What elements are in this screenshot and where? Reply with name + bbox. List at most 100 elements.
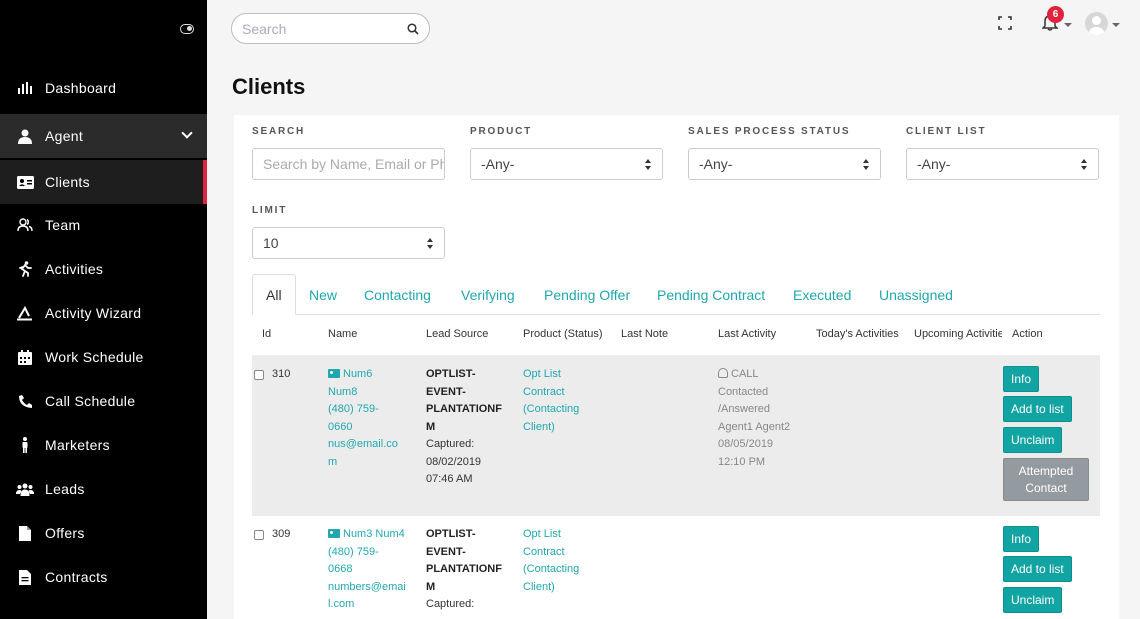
contact-card-icon bbox=[328, 369, 340, 378]
magic-icon bbox=[16, 305, 34, 321]
sidebar-item-offers[interactable]: Offers bbox=[0, 511, 207, 555]
info-button[interactable]: Info bbox=[1003, 366, 1040, 392]
id-card-icon bbox=[16, 174, 34, 190]
user-icon bbox=[16, 128, 34, 144]
sidebar-item-contracts[interactable]: Contracts bbox=[0, 555, 207, 599]
sidebar-item-label: Clients bbox=[45, 174, 90, 190]
sidebar-toggle-icon[interactable] bbox=[180, 24, 194, 34]
select-arrows-icon bbox=[1081, 158, 1088, 171]
client-name-contact[interactable]: Num3 Num4 (480) 759- 0668 numbers@emai l… bbox=[328, 526, 406, 614]
select-arrows-icon bbox=[427, 237, 434, 250]
tab-unassigned[interactable]: Unassigned bbox=[879, 274, 953, 315]
row-checkbox[interactable] bbox=[254, 370, 264, 380]
row-checkbox[interactable] bbox=[254, 530, 264, 540]
sidebar-item-team[interactable]: Team bbox=[0, 203, 207, 247]
group-icon bbox=[16, 481, 34, 497]
sidebar: Dashboard Agent Clients Team Activities … bbox=[0, 0, 207, 619]
sidebar-item-label: Leads bbox=[45, 481, 85, 497]
select-arrows-icon bbox=[645, 158, 652, 171]
col-header-product-status[interactable]: Product (Status) bbox=[523, 328, 602, 340]
client-list-select-value: -Any- bbox=[917, 156, 951, 172]
limit-select[interactable]: 10 bbox=[252, 227, 445, 259]
lead-source-cell: OPTLIST- EVENT- PLANTATIONF M Captured: … bbox=[426, 368, 502, 485]
client-search-field[interactable] bbox=[252, 148, 445, 180]
tab-pending-offer[interactable]: Pending Offer bbox=[544, 274, 630, 315]
sidebar-item-dashboard[interactable]: Dashboard bbox=[0, 66, 207, 110]
col-header-todays-activities[interactable]: Today's Activities bbox=[816, 328, 899, 340]
row-id: 309 bbox=[272, 528, 291, 540]
col-header-action: Action bbox=[1012, 328, 1043, 340]
sidebar-item-label: Call Schedule bbox=[45, 393, 136, 409]
sidebar-item-label: Team bbox=[45, 217, 81, 233]
sidebar-item-work-schedule[interactable]: Work Schedule bbox=[0, 335, 207, 379]
info-button[interactable]: Info bbox=[1003, 526, 1040, 552]
sidebar-item-label: Work Schedule bbox=[45, 349, 144, 365]
product-select[interactable]: -Any- bbox=[470, 148, 663, 180]
sidebar-item-clients[interactable]: Clients bbox=[0, 160, 207, 204]
users-icon bbox=[16, 217, 34, 233]
product-status-link[interactable]: Opt List Contract (Contacting Client) bbox=[523, 526, 579, 596]
sidebar-item-label: Marketers bbox=[45, 437, 110, 453]
col-header-name[interactable]: Name bbox=[328, 328, 357, 340]
page-title: Clients bbox=[232, 74, 306, 99]
phone-icon bbox=[16, 393, 34, 409]
limit-select-value: 10 bbox=[263, 235, 279, 251]
last-activity-cell: CALL Contacted /Answered Agent1 Agent2 0… bbox=[718, 368, 791, 468]
sidebar-item-label: Contracts bbox=[45, 569, 108, 585]
sidebar-item-leads[interactable]: Leads bbox=[0, 467, 207, 511]
file-icon bbox=[16, 525, 34, 541]
client-list-select[interactable]: -Any- bbox=[906, 148, 1099, 180]
caret-down-icon[interactable] bbox=[1112, 23, 1120, 27]
chevron-down-icon[interactable] bbox=[181, 127, 193, 139]
col-header-last-activity[interactable]: Last Activity bbox=[718, 328, 776, 340]
file-text-icon bbox=[16, 569, 34, 585]
row-id: 310 bbox=[272, 368, 291, 380]
col-header-last-note[interactable]: Last Note bbox=[621, 328, 668, 340]
client-name-contact[interactable]: Num6 Num8 (480) 759- 0660 nus@email.co m bbox=[328, 366, 398, 471]
col-header-upcoming-activities[interactable]: Upcoming Activities bbox=[914, 328, 1002, 340]
sales-process-status-label: SALES PROCESS STATUS bbox=[688, 126, 851, 137]
tab-verifying[interactable]: Verifying bbox=[461, 274, 515, 315]
sidebar-item-agent[interactable]: Agent bbox=[0, 114, 207, 158]
add-to-list-button[interactable]: Add to list bbox=[1003, 556, 1072, 582]
headset-icon bbox=[718, 368, 728, 378]
person-icon bbox=[16, 437, 34, 453]
tab-pending-contract[interactable]: Pending Contract bbox=[657, 274, 765, 315]
sidebar-item-label: Offers bbox=[45, 525, 85, 541]
attempted-contact-button[interactable]: Attempted Contact bbox=[1003, 458, 1089, 501]
sidebar-item-label: Activity Wizard bbox=[45, 305, 142, 321]
product-select-value: -Any- bbox=[481, 156, 515, 172]
global-search[interactable] bbox=[231, 13, 430, 44]
unclaim-button[interactable]: Unclaim bbox=[1003, 587, 1063, 613]
col-header-id[interactable]: Id bbox=[262, 328, 271, 340]
sidebar-item-marketers[interactable]: Marketers bbox=[0, 423, 207, 467]
search-input[interactable] bbox=[242, 21, 402, 37]
add-to-list-button[interactable]: Add to list bbox=[1003, 396, 1072, 422]
sidebar-item-label: Activities bbox=[45, 261, 104, 277]
search-icon[interactable] bbox=[407, 23, 419, 35]
avatar[interactable] bbox=[1085, 12, 1108, 35]
tab-new[interactable]: New bbox=[309, 274, 337, 315]
sidebar-item-label: Agent bbox=[45, 128, 84, 144]
sales-process-status-select[interactable]: -Any- bbox=[688, 148, 881, 180]
running-icon bbox=[16, 261, 34, 277]
caret-down-icon[interactable] bbox=[1064, 23, 1072, 27]
sidebar-item-activity-wizard[interactable]: Activity Wizard bbox=[0, 291, 207, 335]
sidebar-item-activities[interactable]: Activities bbox=[0, 247, 207, 291]
limit-label: LIMIT bbox=[252, 205, 288, 216]
sidebar-item-label: Dashboard bbox=[45, 80, 117, 96]
notification-badge: 6 bbox=[1047, 6, 1064, 23]
tab-executed[interactable]: Executed bbox=[793, 274, 851, 315]
fullscreen-icon[interactable] bbox=[998, 16, 1012, 30]
product-label: PRODUCT bbox=[470, 126, 533, 137]
sales-select-value: -Any- bbox=[699, 156, 733, 172]
calendar-icon bbox=[16, 349, 34, 365]
product-status-link[interactable]: Opt List Contract (Contacting Client) bbox=[523, 366, 579, 436]
client-search-input[interactable] bbox=[263, 156, 444, 172]
tab-all[interactable]: All bbox=[252, 274, 296, 315]
tab-contacting[interactable]: Contacting bbox=[364, 274, 431, 315]
sidebar-item-call-schedule[interactable]: Call Schedule bbox=[0, 379, 207, 423]
col-header-lead-source[interactable]: Lead Source bbox=[426, 328, 488, 340]
bar-chart-icon bbox=[16, 80, 34, 96]
unclaim-button[interactable]: Unclaim bbox=[1003, 427, 1063, 453]
